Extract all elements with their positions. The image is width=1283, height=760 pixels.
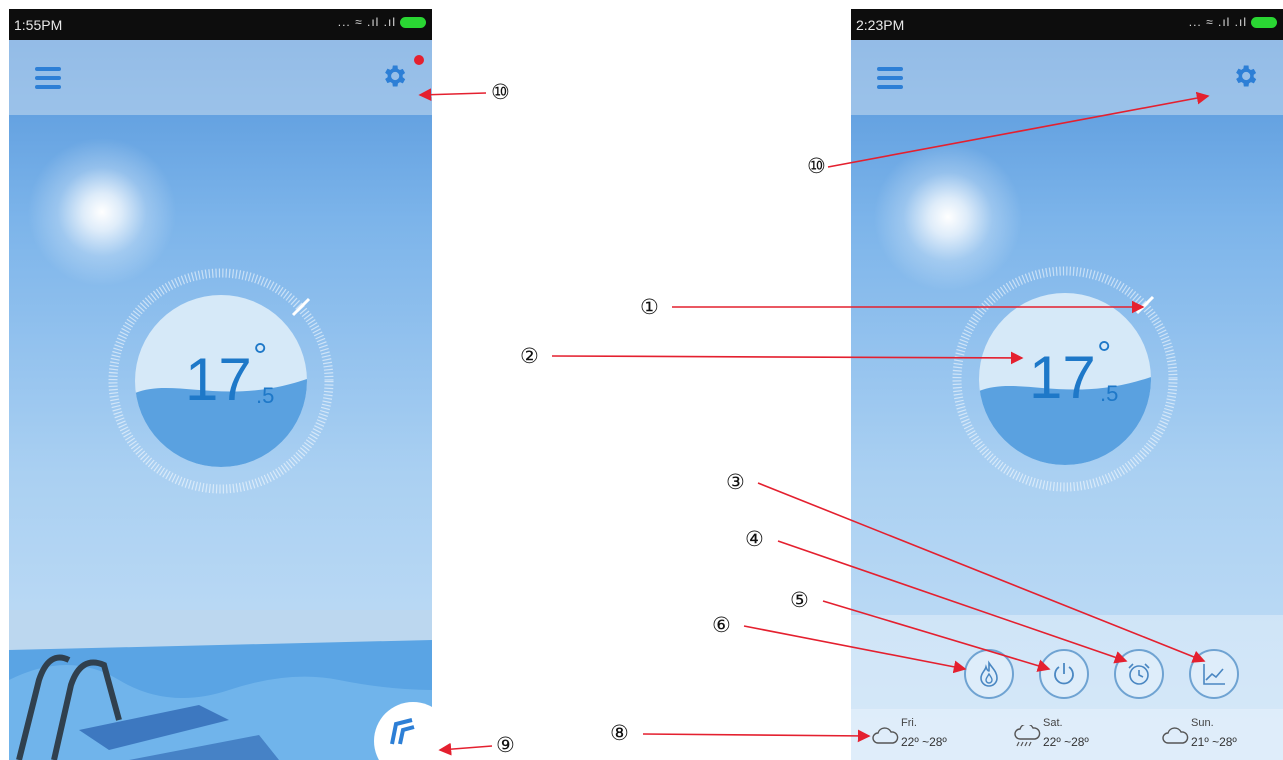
arrow-10-right	[827, 91, 1210, 168]
callout-1: ①	[640, 295, 659, 319]
callout-9: ⑨	[496, 733, 515, 757]
annotation-arrows	[418, 88, 1210, 756]
arrow-8	[642, 729, 871, 743]
callout-3: ③	[726, 470, 745, 494]
callout-10-left: ⑩	[491, 80, 510, 104]
arrow-9	[438, 742, 493, 756]
arrow-2	[551, 351, 1024, 365]
arrow-10-left	[418, 88, 487, 102]
arrow-6	[743, 625, 967, 674]
callout-10-right: ⑩	[807, 154, 826, 178]
callout-8: ⑧	[610, 721, 629, 745]
callout-5: ⑤	[790, 588, 809, 612]
arrow-3	[757, 482, 1206, 663]
callout-6: ⑥	[712, 613, 731, 637]
arrow-5	[822, 600, 1051, 672]
callout-2: ②	[520, 344, 539, 368]
callout-4: ④	[745, 527, 764, 551]
